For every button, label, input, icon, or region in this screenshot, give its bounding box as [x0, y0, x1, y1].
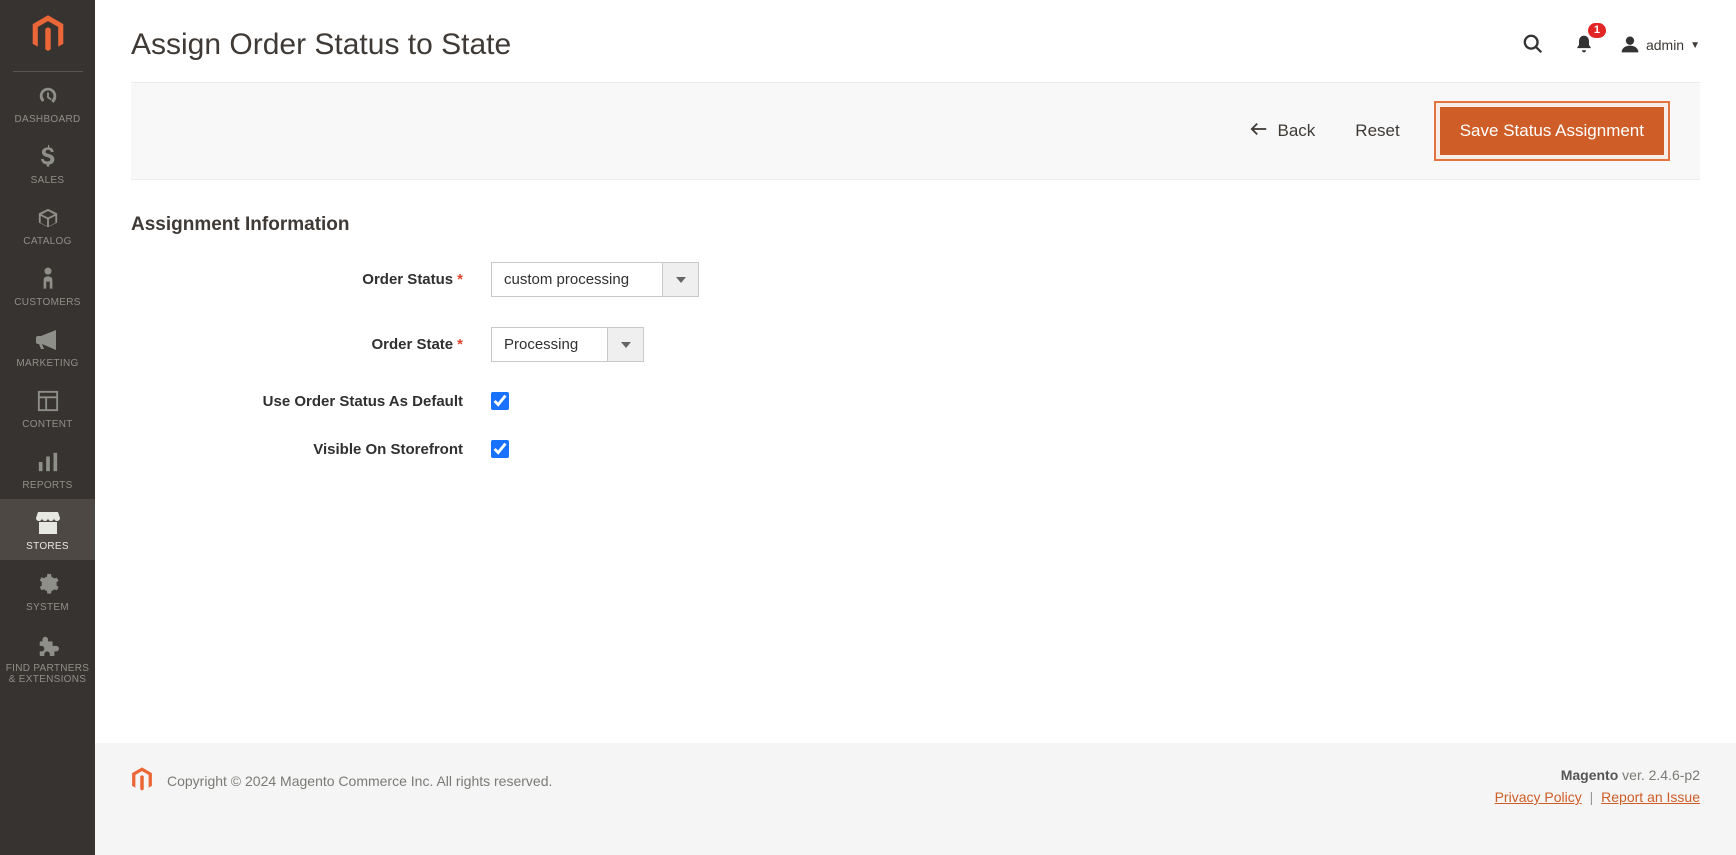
chevron-down-icon	[607, 328, 643, 361]
admin-sidebar: DASHBOARD SALES CATALOG CUSTOMERS MARKET	[0, 0, 95, 855]
dollar-icon	[0, 143, 95, 171]
visible-checkbox[interactable]	[491, 440, 509, 458]
page-header: Assign Order Status to State 1	[95, 0, 1736, 82]
default-label: Use Order Status As Default	[131, 393, 491, 410]
sidebar-item-label: CUSTOMERS	[0, 297, 95, 308]
sidebar-item-label: CONTENT	[0, 419, 95, 430]
version-text: Magento ver. 2.4.6-p2	[1495, 767, 1700, 783]
gear-icon	[0, 570, 95, 598]
chart-icon	[0, 448, 95, 476]
sidebar-item-catalog[interactable]: CATALOG	[0, 194, 95, 255]
search-icon	[1522, 43, 1544, 58]
sidebar-item-dashboard[interactable]: DASHBOARD	[0, 72, 95, 133]
sidebar-item-label: SYSTEM	[0, 602, 95, 613]
user-icon	[1620, 34, 1640, 57]
arrow-left-icon	[1250, 121, 1268, 141]
user-menu[interactable]: admin ▼	[1620, 34, 1700, 57]
default-checkbox[interactable]	[491, 392, 509, 410]
main-content: Assign Order Status to State 1	[95, 0, 1736, 855]
copyright-text: Copyright © 2024 Magento Commerce Inc. A…	[167, 773, 552, 789]
header-actions: 1 admin ▼	[1518, 29, 1700, 62]
notifications-button[interactable]: 1	[1570, 29, 1598, 62]
page-title: Assign Order Status to State	[131, 28, 511, 62]
bell-icon	[1574, 43, 1594, 58]
sidebar-item-label: DASHBOARD	[0, 114, 95, 125]
sidebar-item-label: STORES	[0, 541, 95, 552]
back-label: Back	[1278, 121, 1316, 141]
reset-button[interactable]: Reset	[1355, 121, 1399, 141]
required-mark: *	[457, 336, 463, 353]
person-icon	[0, 265, 95, 293]
form-section: Assignment Information Order Status* cus…	[95, 180, 1736, 522]
sidebar-item-label: REPORTS	[0, 480, 95, 491]
puzzle-icon	[0, 631, 95, 659]
layout-icon	[0, 387, 95, 415]
section-title: Assignment Information	[131, 214, 1700, 236]
field-order-status: Order Status* custom processing	[131, 262, 1700, 297]
magento-small-icon	[131, 767, 153, 795]
order-state-label: Order State*	[131, 336, 491, 353]
field-order-state: Order State* Processing	[131, 327, 1700, 362]
user-label: admin	[1646, 37, 1684, 53]
sidebar-item-label: SALES	[0, 175, 95, 186]
sidebar-item-label: MARKETING	[0, 358, 95, 369]
store-icon	[0, 509, 95, 537]
sidebar-item-label: FIND PARTNERS & EXTENSIONS	[0, 663, 95, 685]
magento-icon	[31, 15, 65, 56]
field-visible: Visible On Storefront	[131, 440, 1700, 458]
sidebar-item-sales[interactable]: SALES	[0, 133, 95, 194]
save-button[interactable]: Save Status Assignment	[1440, 107, 1664, 155]
sidebar-item-customers[interactable]: CUSTOMERS	[0, 255, 95, 316]
sidebar-item-reports[interactable]: REPORTS	[0, 438, 95, 499]
chevron-down-icon	[662, 263, 698, 296]
box-icon	[0, 204, 95, 232]
order-state-select[interactable]: Processing	[491, 327, 644, 362]
sidebar-item-system[interactable]: SYSTEM	[0, 560, 95, 621]
report-link[interactable]: Report an Issue	[1601, 789, 1700, 805]
reset-label: Reset	[1355, 121, 1399, 141]
sidebar-item-partners[interactable]: FIND PARTNERS & EXTENSIONS	[0, 621, 95, 693]
magento-logo[interactable]	[13, 0, 83, 72]
sidebar-item-content[interactable]: CONTENT	[0, 377, 95, 438]
order-status-value: custom processing	[492, 263, 662, 296]
separator: |	[1590, 789, 1594, 805]
order-status-select[interactable]: custom processing	[491, 262, 699, 297]
order-status-label: Order Status*	[131, 271, 491, 288]
dashboard-icon	[0, 82, 95, 110]
notification-badge: 1	[1588, 23, 1606, 38]
field-default: Use Order Status As Default	[131, 392, 1700, 410]
visible-label: Visible On Storefront	[131, 441, 491, 458]
order-state-value: Processing	[492, 328, 607, 361]
required-mark: *	[457, 271, 463, 288]
privacy-link[interactable]: Privacy Policy	[1495, 789, 1582, 805]
sidebar-item-stores[interactable]: STORES	[0, 499, 95, 560]
megaphone-icon	[0, 326, 95, 354]
caret-down-icon: ▼	[1690, 40, 1700, 51]
back-button[interactable]: Back	[1250, 121, 1316, 141]
sidebar-item-marketing[interactable]: MARKETING	[0, 316, 95, 377]
sidebar-item-label: CATALOG	[0, 236, 95, 247]
action-bar: Back Reset Save Status Assignment	[131, 82, 1700, 180]
footer-right: Magento ver. 2.4.6-p2 Privacy Policy | R…	[1495, 767, 1700, 805]
page-footer: Copyright © 2024 Magento Commerce Inc. A…	[95, 743, 1736, 855]
footer-left: Copyright © 2024 Magento Commerce Inc. A…	[131, 767, 552, 795]
search-button[interactable]	[1518, 29, 1548, 62]
